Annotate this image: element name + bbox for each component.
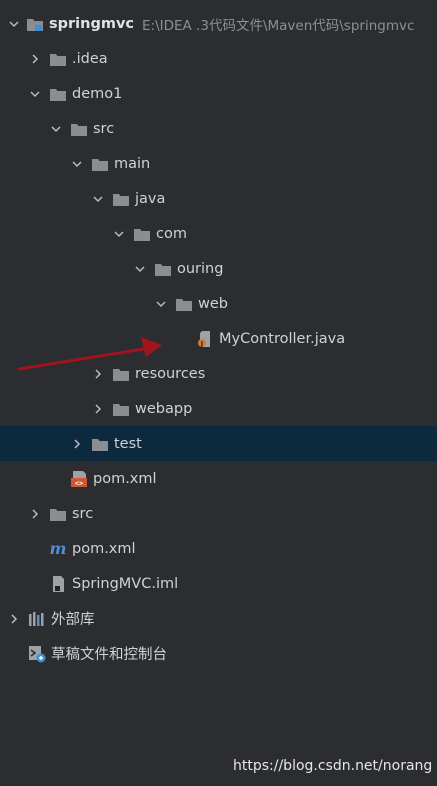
chevron-right-icon[interactable] — [92, 368, 104, 380]
tree-item-label: src — [93, 120, 115, 137]
tree-item-label: main — [114, 155, 151, 172]
chevron-down-icon[interactable] — [29, 88, 41, 100]
tree-item-label: .idea — [72, 50, 108, 67]
folder-icon — [49, 86, 67, 102]
tree-item-idea[interactable]: .idea — [0, 41, 437, 76]
tree-item-main[interactable]: main — [0, 146, 437, 181]
tree-item-demo1[interactable]: demo1 — [0, 76, 437, 111]
tree-item-label: pom.xml — [93, 470, 157, 487]
chevron-right-icon[interactable] — [92, 403, 104, 415]
folder-icon — [49, 506, 67, 522]
library-icon — [28, 611, 46, 627]
tree-item-label: 外部库 — [51, 612, 95, 628]
folder-icon — [112, 191, 130, 207]
maven-xml-icon: <> — [70, 470, 88, 487]
folder-icon — [112, 366, 130, 382]
java-class-icon: J — [196, 330, 214, 347]
maven-m-icon: m — [49, 538, 67, 558]
tree-item-ouring[interactable]: ouring — [0, 251, 437, 286]
chevron-down-icon[interactable] — [8, 18, 20, 30]
chevron-right-icon[interactable] — [29, 53, 41, 65]
chevron-right-icon[interactable] — [29, 508, 41, 520]
folder-icon — [154, 261, 172, 277]
tree-item-iml[interactable]: SpringMVC.iml — [0, 566, 437, 601]
scratch-console-icon — [28, 645, 46, 662]
tree-item-scratches[interactable]: 草稿文件和控制台 — [0, 636, 437, 671]
project-path: E:\IDEA .3代码文件\Maven代码\springmvc — [142, 17, 415, 34]
tree-item-root-src[interactable]: src — [0, 496, 437, 531]
tree-item-project-root[interactable]: springmvc E:\IDEA .3代码文件\Maven代码\springm… — [0, 6, 437, 41]
chevron-right-icon[interactable] — [71, 438, 83, 450]
tree-item-label: com — [156, 225, 187, 242]
tree-item-test[interactable]: test — [0, 426, 437, 461]
chevron-down-icon[interactable] — [71, 158, 83, 170]
tree-item-label: java — [135, 190, 166, 207]
watermark-url: https://blog.csdn.net/norang — [233, 758, 433, 774]
tree-item-label: web — [198, 295, 228, 312]
chevron-down-icon[interactable] — [92, 193, 104, 205]
folder-icon — [175, 296, 193, 312]
tree-item-label: webapp — [135, 400, 193, 417]
tree-item-java[interactable]: java — [0, 181, 437, 216]
tree-item-resources[interactable]: resources — [0, 356, 437, 391]
tree-item-webapp[interactable]: webapp — [0, 391, 437, 426]
svg-text:J: J — [200, 339, 203, 347]
tree-item-root-pom[interactable]: m pom.xml — [0, 531, 437, 566]
project-name: springmvc — [49, 15, 134, 32]
chevron-down-icon[interactable] — [155, 298, 167, 310]
chevron-down-icon[interactable] — [134, 263, 146, 275]
tree-item-demo1-src[interactable]: src — [0, 111, 437, 146]
tree-item-label: pom.xml — [72, 540, 136, 557]
tree-item-label: resources — [135, 365, 206, 382]
chevron-right-icon[interactable] — [8, 613, 20, 625]
chevron-down-icon[interactable] — [113, 228, 125, 240]
tree-item-label: ouring — [177, 260, 224, 277]
folder-icon — [49, 51, 67, 67]
tree-item-mycontroller[interactable]: J MyController.java — [0, 321, 437, 356]
tree-item-label: src — [72, 505, 94, 522]
tree-item-label: 草稿文件和控制台 — [51, 647, 167, 663]
iml-file-icon — [49, 575, 67, 592]
svg-text:<>: <> — [75, 479, 83, 487]
tree-item-label: MyController.java — [219, 330, 346, 347]
tree-item-demo1-pom[interactable]: <> pom.xml — [0, 461, 437, 496]
folder-icon — [70, 121, 88, 137]
tree-item-label: test — [114, 435, 142, 452]
tree-item-external-libs[interactable]: 外部库 — [0, 601, 437, 636]
folder-icon — [112, 401, 130, 417]
folder-icon — [91, 156, 109, 172]
tree-item-web[interactable]: web — [0, 286, 437, 321]
module-folder-icon — [26, 16, 44, 32]
tree-item-com[interactable]: com — [0, 216, 437, 251]
tree-item-label: SpringMVC.iml — [72, 575, 179, 592]
folder-icon — [133, 226, 151, 242]
folder-icon — [91, 436, 109, 452]
tree-item-label: demo1 — [72, 85, 123, 102]
chevron-down-icon[interactable] — [50, 123, 62, 135]
